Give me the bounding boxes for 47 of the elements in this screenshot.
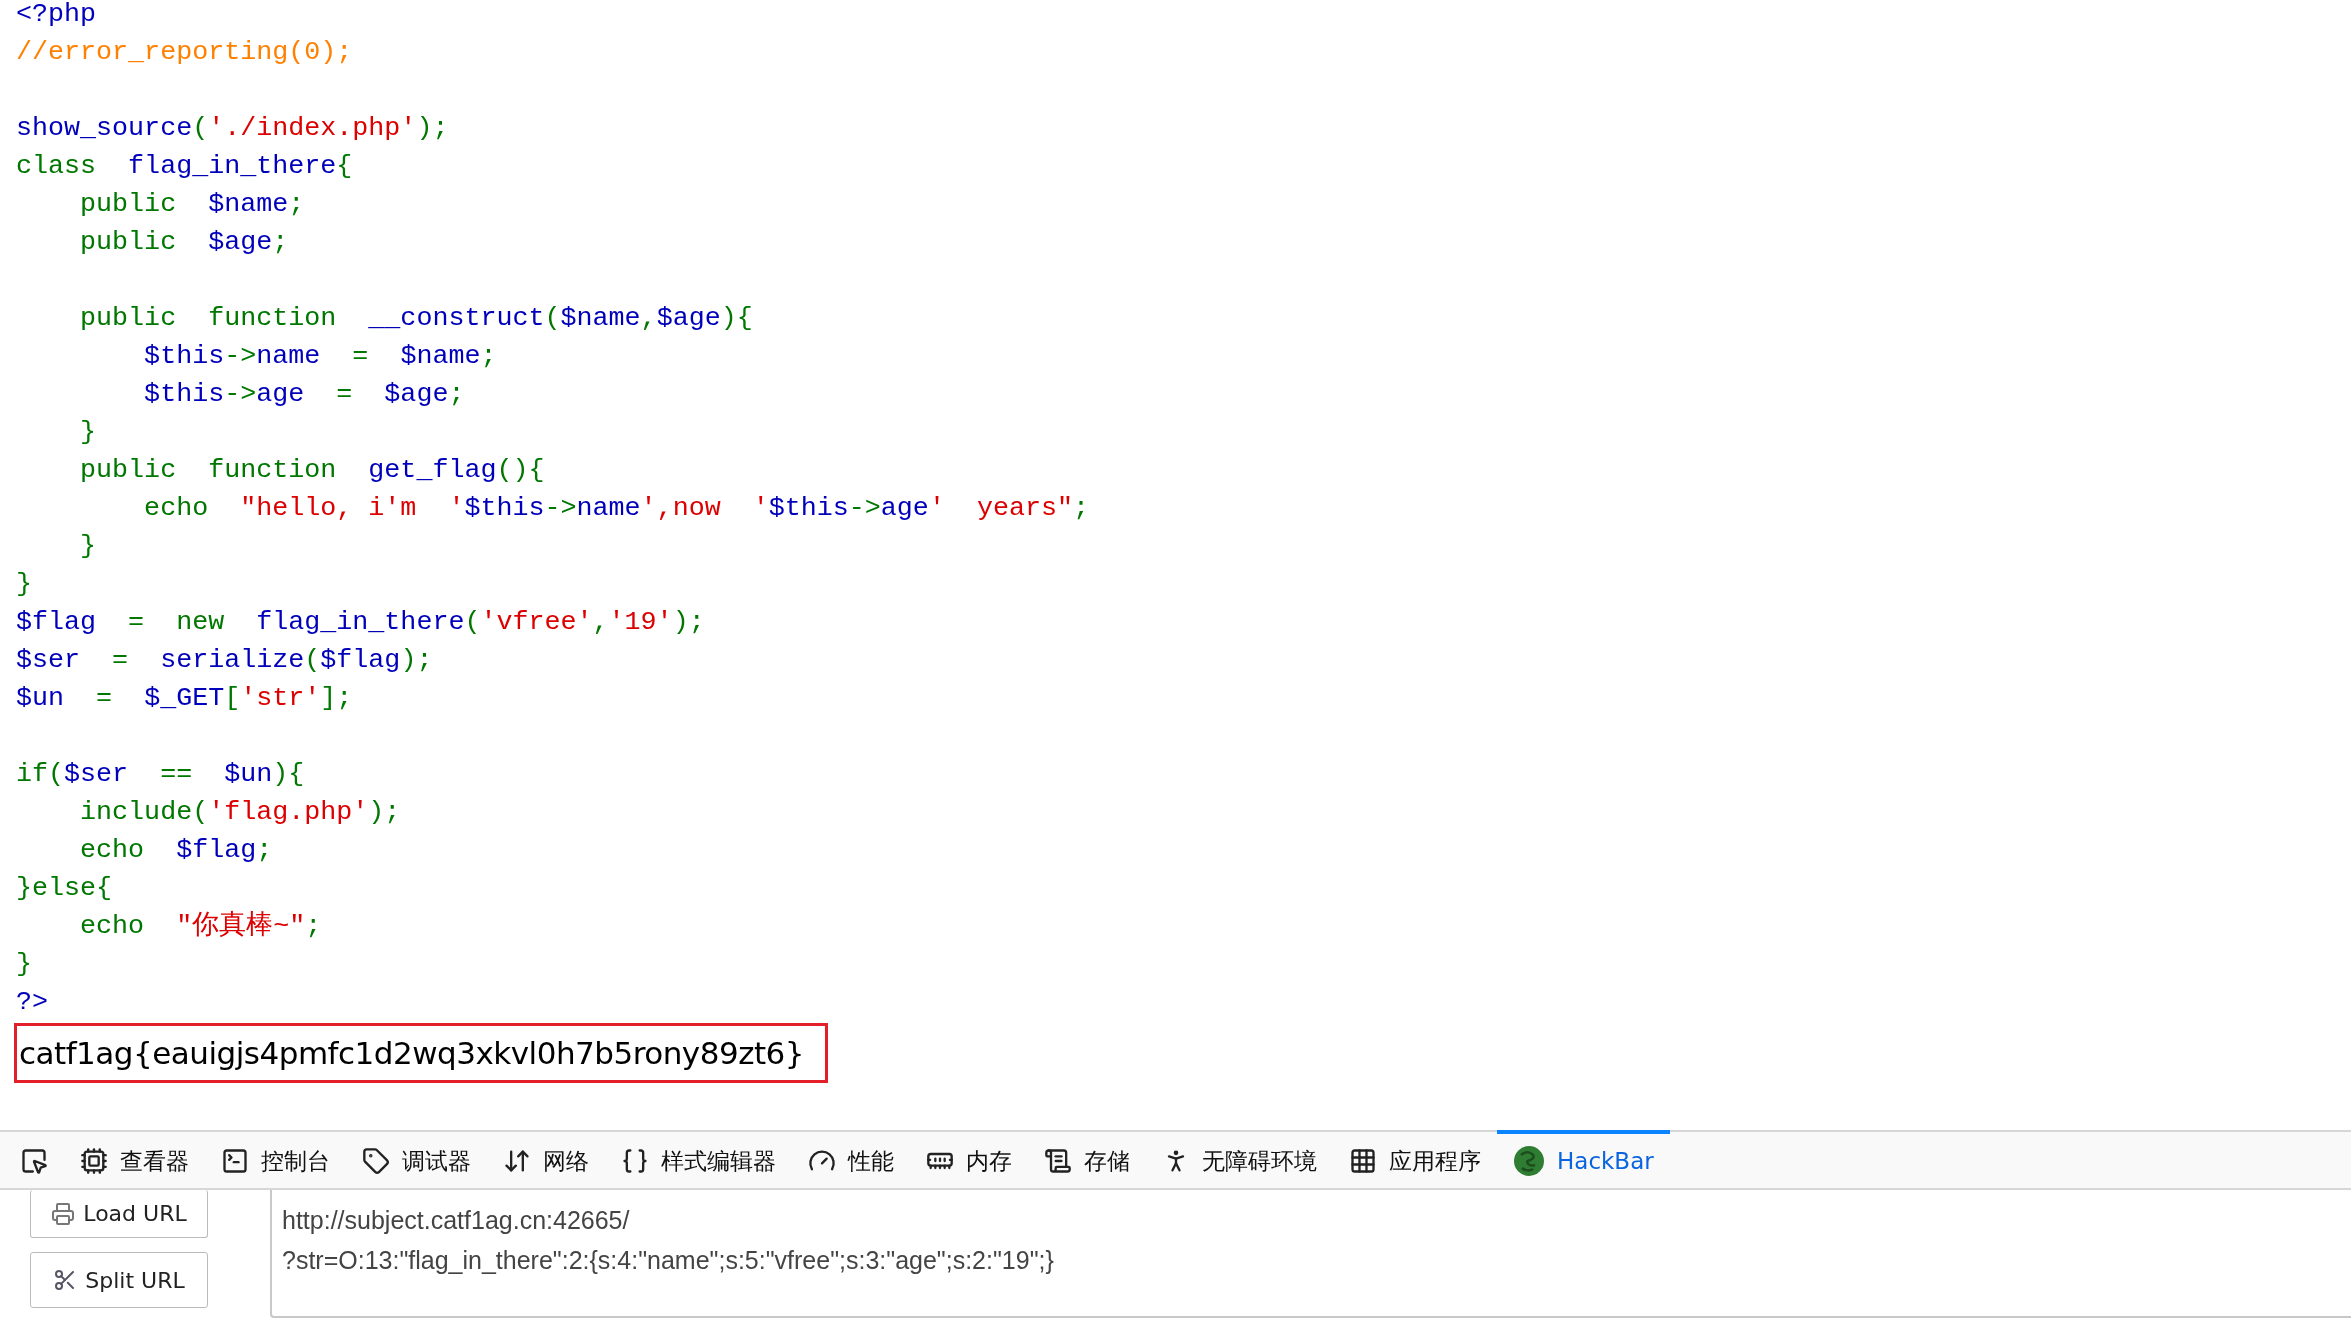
code-line: ?> xyxy=(16,986,49,1019)
printer-icon xyxy=(51,1201,76,1226)
code-line: $flag = new flag_in_there('vfree','19'); xyxy=(16,606,705,639)
url-field[interactable]: http://subject.catf1ag.cn:42665/ ?str=O:13:"flag_in_there":2:{s:4:"name";s:5:"vfree";s:3:"age";s:2:"19";} xyxy=(270,1190,2351,1318)
devtools-tab[interactable]: 样式编辑器 xyxy=(605,1130,792,1188)
devtools-tab[interactable]: 应用程序 xyxy=(1333,1130,1497,1188)
code-line: $this->age = $age; xyxy=(143,378,465,411)
code-line: $this->name = $name; xyxy=(143,340,497,373)
tag-icon xyxy=(362,1147,390,1175)
document-icon xyxy=(1044,1147,1072,1175)
code-line: } xyxy=(79,530,97,563)
code-line: public $name; xyxy=(79,188,305,221)
code-line: echo "hello, i'm '$this->name',now '$this->age' years"; xyxy=(143,492,1090,525)
devtools-tab[interactable]: 控制台 xyxy=(205,1130,346,1188)
devtools-tab[interactable]: 无障碍环境 xyxy=(1146,1130,1333,1188)
code-line: echo "你真棒~"; xyxy=(79,910,322,943)
devtools-tab[interactable]: HackBar xyxy=(1497,1130,1670,1188)
code-line: } xyxy=(79,416,97,449)
code-line: //error_reporting(0); xyxy=(16,36,353,69)
devtools-tab[interactable]: 内存 xyxy=(910,1130,1028,1188)
terminal-icon xyxy=(221,1147,249,1175)
devtools-tab[interactable]: 查看器 xyxy=(64,1130,205,1188)
split-url-button[interactable]: Split URL xyxy=(30,1252,208,1308)
code-line: }else{ xyxy=(16,872,113,905)
code-line: <?php xyxy=(16,0,97,31)
grid-icon xyxy=(1349,1147,1377,1175)
code-line: show_source('./index.php'); xyxy=(16,112,449,145)
flag-output-text: catf1ag{eauigjs4pmfc1d2wq3xkvl0h7b5rony89zt6} xyxy=(19,1035,805,1071)
devtools-tab[interactable]: 性能 xyxy=(792,1130,910,1188)
code-line: public $age; xyxy=(79,226,289,259)
pointer-icon xyxy=(20,1147,48,1175)
chip-icon xyxy=(80,1147,108,1175)
code-line: include('flag.php'); xyxy=(79,796,401,829)
code-line: if($ser == $un){ xyxy=(16,758,305,791)
braces-icon xyxy=(621,1147,649,1175)
code-line: class flag_in_there{ xyxy=(16,150,353,183)
code-line: public function get_flag(){ xyxy=(79,454,545,487)
code-line: $un = $_GET['str']; xyxy=(16,682,353,715)
devtools-tab[interactable]: 网络 xyxy=(487,1130,605,1188)
devtools-tab[interactable]: 存储 xyxy=(1028,1130,1146,1188)
code-line: echo $flag; xyxy=(79,834,273,867)
code-line: } xyxy=(16,568,32,601)
code-line: } xyxy=(16,948,32,981)
code-line: public function __construct($name,$age){ xyxy=(79,302,753,335)
code-line: $ser = serialize($flag); xyxy=(16,644,433,677)
devtools-tab[interactable]: 调试器 xyxy=(346,1130,487,1188)
load-url-button[interactable]: Load URL xyxy=(30,1190,208,1238)
